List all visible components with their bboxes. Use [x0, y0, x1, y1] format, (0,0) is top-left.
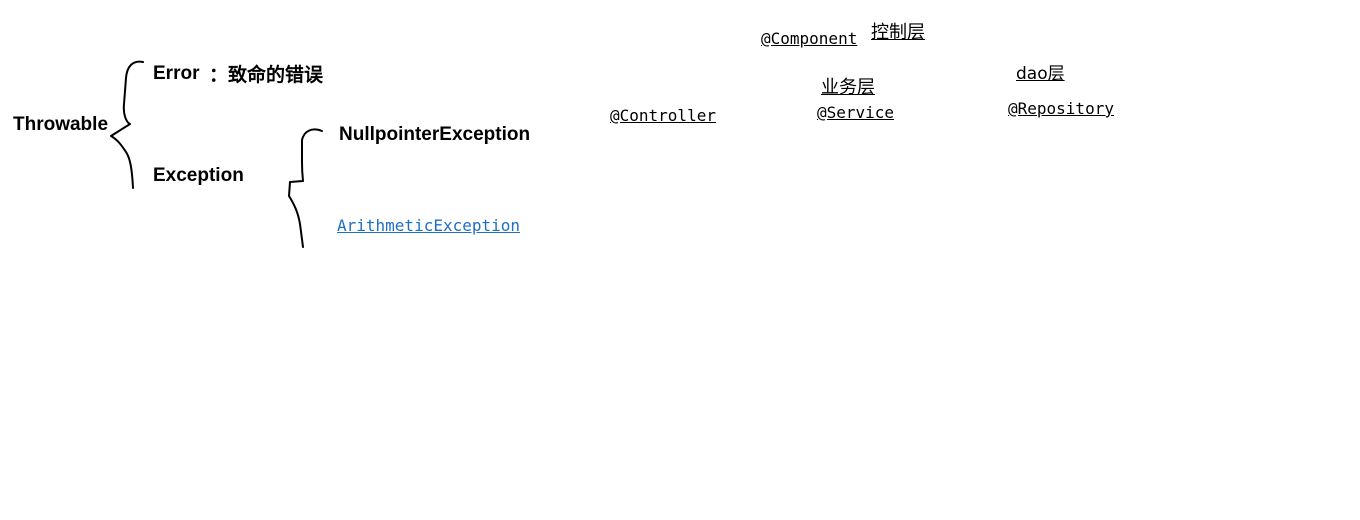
- throwable-label: Throwable: [13, 114, 109, 135]
- component-layer-label: 控制层: [871, 22, 925, 43]
- error-label: Error: [153, 63, 200, 84]
- controller-annotation: @Controller: [610, 106, 716, 125]
- whiteboard-canvas: Throwable Error ：致命的错误 Exception Nullpoi…: [0, 0, 1360, 520]
- dao-layer-label: dao层: [1016, 64, 1065, 84]
- nullpointer-exception-label: NullpointerException: [339, 124, 531, 145]
- component-annotation: @Component: [761, 29, 858, 48]
- error-note: ：致命的错误: [209, 65, 324, 86]
- exception-label: Exception: [153, 165, 244, 186]
- repository-annotation: @Repository: [1008, 99, 1114, 118]
- arithmetic-exception-link[interactable]: ArithmeticException: [337, 218, 520, 234]
- hand-drawn-braces: [110, 60, 323, 248]
- exception-brace: [288, 128, 323, 248]
- throwable-brace: [110, 60, 144, 189]
- service-layer-label: 业务层: [821, 77, 875, 98]
- service-annotation: @Service: [817, 103, 895, 122]
